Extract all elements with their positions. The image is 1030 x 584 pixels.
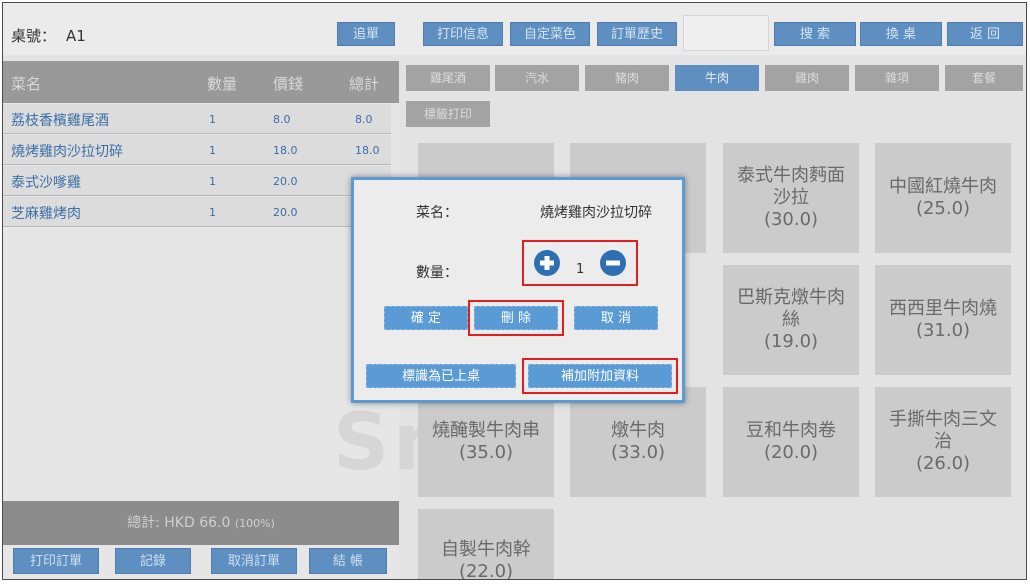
quantity-label: 數量：	[416, 265, 458, 281]
pos-app: 桌號： A1 追單 打印信息 自定菜色 訂單歷史 搜 索 換 桌 返 回 菜名 數…	[2, 2, 1027, 580]
cancel-button[interactable]: 取 消	[574, 306, 658, 330]
delete-button[interactable]: 刪 除	[474, 306, 558, 330]
mark-served-button[interactable]: 標識為已上桌	[366, 364, 516, 388]
minus-icon[interactable]	[600, 250, 626, 276]
confirm-button[interactable]: 確 定	[384, 306, 468, 330]
dish-name-value: 燒烤雞肉沙拉切碎	[540, 205, 652, 221]
edit-item-dialog: 菜名： 燒烤雞肉沙拉切碎 數量： 1 確 定 刪 除 取 消 標識為已上桌 補加…	[351, 177, 685, 403]
plus-icon[interactable]	[534, 250, 560, 276]
add-info-button[interactable]: 補加附加資料	[528, 364, 672, 388]
quantity-value: 1	[576, 262, 585, 277]
dish-name-label: 菜名：	[416, 205, 458, 221]
